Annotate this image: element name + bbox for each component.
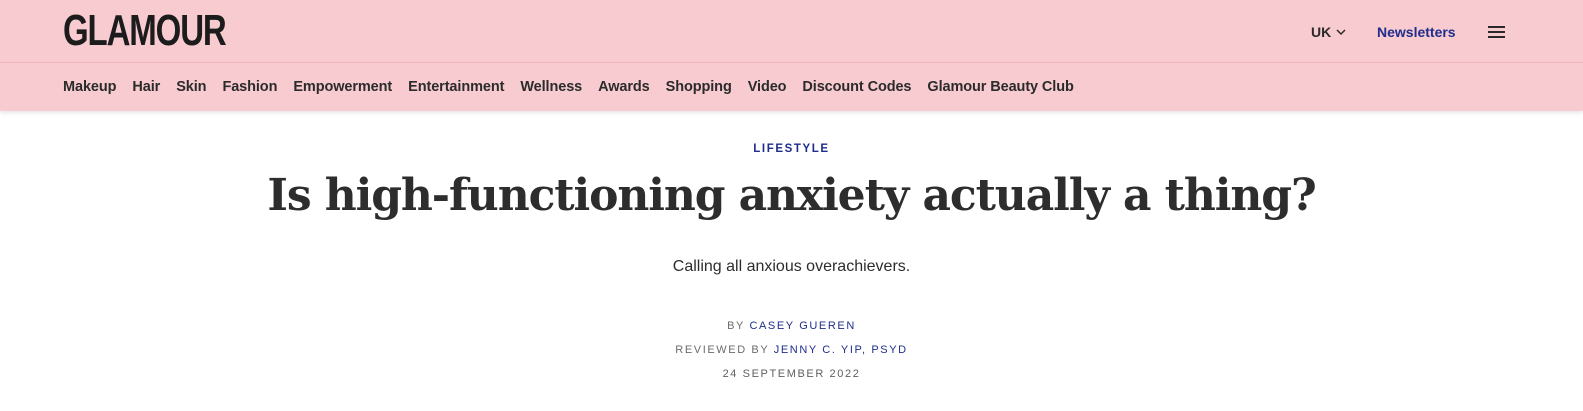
- nav-item-fashion[interactable]: Fashion: [222, 79, 277, 95]
- rubric-link[interactable]: LIFESTYLE: [0, 143, 1583, 155]
- newsletters-link[interactable]: Newsletters: [1377, 22, 1456, 42]
- byline-author: BY CASEY GUEREN: [0, 318, 1583, 334]
- nav-item-skin[interactable]: Skin: [176, 79, 206, 95]
- article-dek: Calling all anxious overachievers.: [672, 258, 911, 275]
- reviewed-by-prefix: REVIEWED BY: [675, 344, 770, 356]
- nav-item-makeup[interactable]: Makeup: [63, 79, 116, 95]
- site-header: GLAMOUR UK Newsletters Makeup Hair Skin …: [0, 0, 1583, 111]
- logo-text: GLAMOUR: [63, 9, 227, 53]
- nav-item-shopping[interactable]: Shopping: [666, 79, 732, 95]
- publish-date: 24 SEPTEMBER 2022: [722, 368, 861, 380]
- nav-item-awards[interactable]: Awards: [598, 79, 650, 95]
- main-nav: Makeup Hair Skin Fashion Empowerment Ent…: [63, 62, 1090, 111]
- article-headline: Is high-functioning anxiety actually a t…: [267, 170, 1316, 221]
- chevron-down-icon: [1336, 29, 1346, 36]
- nav-item-empowerment[interactable]: Empowerment: [293, 79, 392, 95]
- nav-item-video[interactable]: Video: [748, 79, 787, 95]
- edition-selector[interactable]: UK: [1311, 22, 1346, 42]
- author-link[interactable]: CASEY GUEREN: [749, 320, 855, 332]
- nav-item-discount-codes[interactable]: Discount Codes: [802, 79, 911, 95]
- nav-item-hair[interactable]: Hair: [132, 79, 160, 95]
- hamburger-menu-icon[interactable]: [1488, 25, 1505, 39]
- nav-item-wellness[interactable]: Wellness: [520, 79, 582, 95]
- byline-reviewer: REVIEWED BY JENNY C. YIP, PSYD: [0, 342, 1583, 358]
- nav-item-glamour-beauty-club[interactable]: Glamour Beauty Club: [927, 79, 1073, 95]
- reviewer-link[interactable]: JENNY C. YIP, PSYD: [774, 344, 908, 356]
- byline-prefix: BY: [727, 320, 745, 332]
- glamour-logo[interactable]: GLAMOUR: [63, 9, 235, 53]
- nav-item-entertainment[interactable]: Entertainment: [408, 79, 504, 95]
- top-bar: GLAMOUR UK Newsletters: [0, 0, 1583, 63]
- edition-label: UK: [1311, 24, 1332, 40]
